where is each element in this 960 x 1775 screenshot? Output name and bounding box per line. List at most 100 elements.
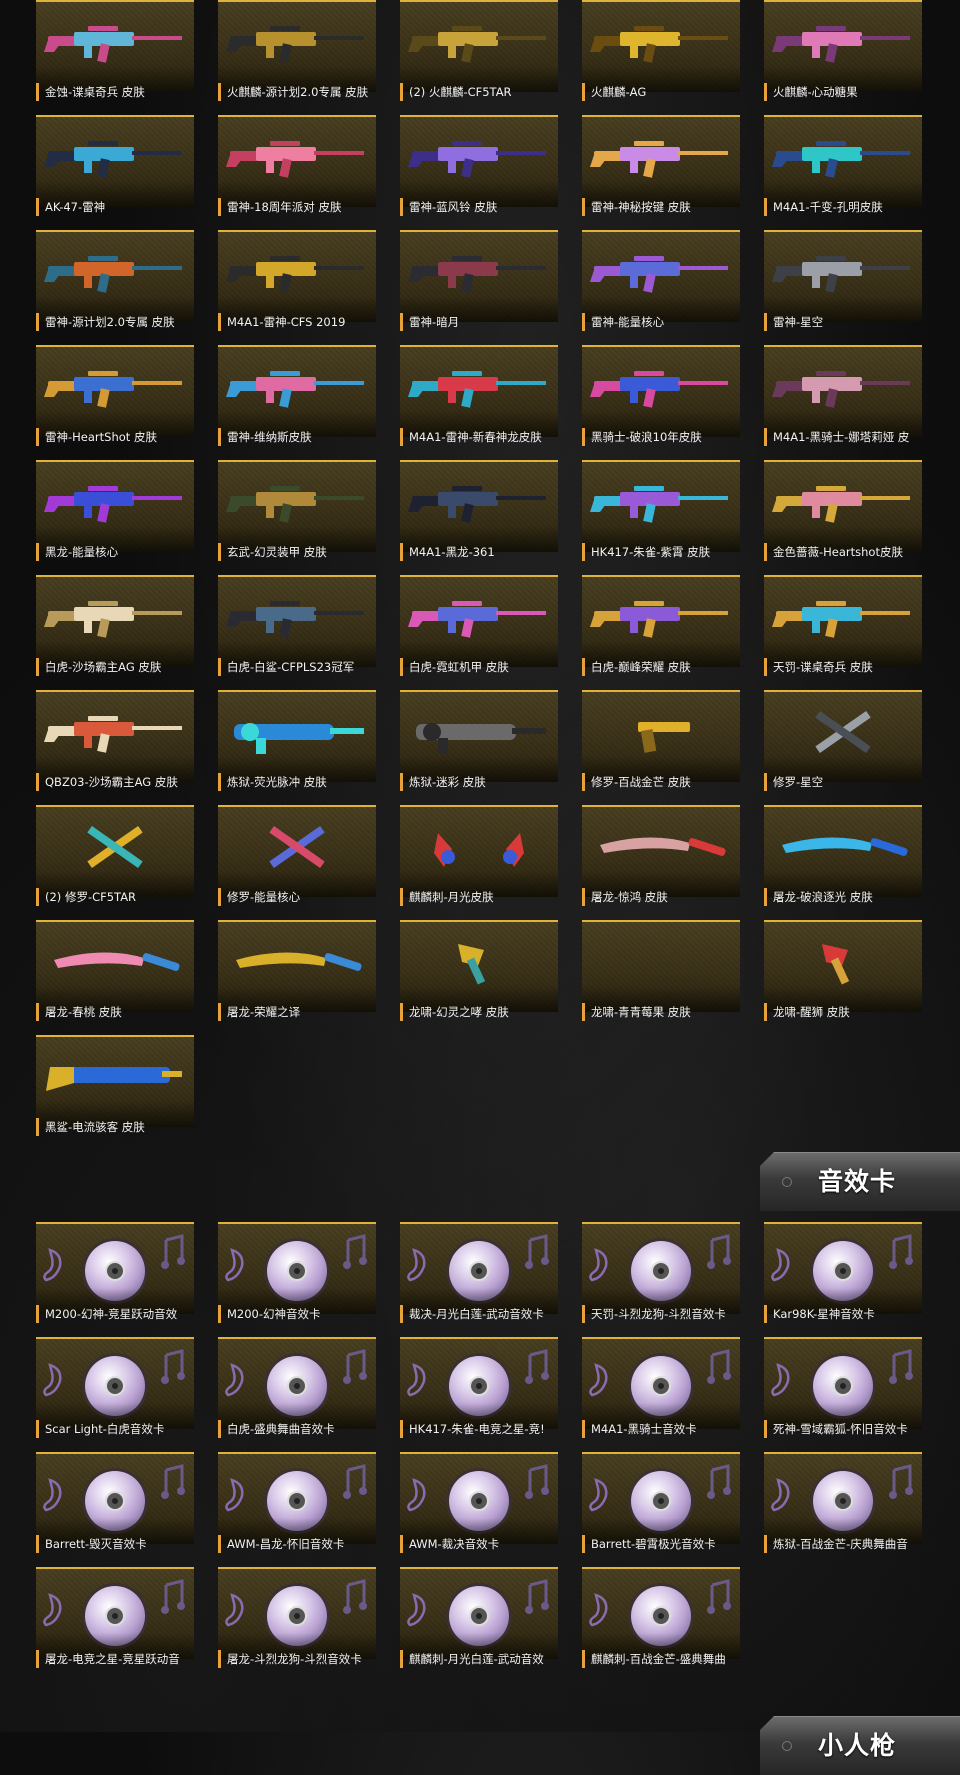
weapon-skin-card[interactable]: 龙啸-幻灵之哮 皮肤: [400, 920, 558, 1035]
weapon-skin-card[interactable]: 白虎-霓虹机甲 皮肤: [400, 575, 558, 690]
sound-card-card[interactable]: Barrett-毁灭音效卡: [36, 1452, 194, 1567]
sound-card-card[interactable]: Scar Light-白虎音效卡: [36, 1337, 194, 1452]
weapon-skin-card[interactable]: QBZ03-沙场霸主AG 皮肤: [36, 690, 194, 805]
weapon-skin-card[interactable]: 雷神-星空: [764, 230, 922, 345]
sound-card-card[interactable]: 麒麟刺-月光白莲-武动音效: [400, 1567, 558, 1682]
sound-card-thumbnail: [36, 1567, 194, 1659]
sound-card-card[interactable]: Barrett-碧霄极光音效卡: [582, 1452, 740, 1567]
music-note-icon: [589, 1478, 608, 1512]
weapon-skin-thumbnail: [36, 1035, 194, 1127]
weapon-skin-card[interactable]: 火麒麟-AG: [582, 0, 740, 115]
weapon-skin-card[interactable]: 金色蔷薇-Heartshot皮肤: [764, 460, 922, 575]
weapon-skin-card[interactable]: 火麒麟-源计划2.0专属 皮肤: [218, 0, 376, 115]
sound-card-thumbnail: [764, 1452, 922, 1544]
weapon-skin-label: 雷神-蓝风铃 皮肤: [400, 198, 570, 216]
sound-card-card[interactable]: M200-幻神-竞星跃动音效: [36, 1222, 194, 1337]
music-note-icon: [407, 1478, 426, 1512]
weapon-skin-card[interactable]: 白虎-沙场霸主AG 皮肤: [36, 575, 194, 690]
music-note-icon: [343, 1349, 367, 1384]
weapon-skin-card[interactable]: (2) 修罗-CF5TAR: [36, 805, 194, 920]
weapon-skin-card[interactable]: 炼狱-迷彩 皮肤: [400, 690, 558, 805]
weapon-skin-card[interactable]: 黑骑士-破浪10年皮肤: [582, 345, 740, 460]
music-note-icon: [225, 1593, 244, 1627]
weapon-skin-label: 雷神-星空: [764, 313, 934, 331]
weapon-skin-thumbnail: [36, 805, 194, 897]
weapon-icon: [600, 837, 726, 856]
weapon-skin-card[interactable]: M4A1-雷神-新春神龙皮肤: [400, 345, 558, 460]
weapon-icon: [590, 256, 728, 293]
sound-card-label: 死神-雪域霸狐-怀旧音效卡: [764, 1420, 934, 1438]
sound-card-label: Barrett-碧霄极光音效卡: [582, 1535, 752, 1553]
weapon-skin-card[interactable]: 修罗-百战金芒 皮肤: [582, 690, 740, 805]
weapon-skin-card[interactable]: M4A1-黑龙-361: [400, 460, 558, 575]
weapon-skin-card[interactable]: HK417-朱雀-紫霄 皮肤: [582, 460, 740, 575]
sound-card-card[interactable]: 屠龙-电竞之星-竞星跃动音: [36, 1567, 194, 1682]
weapon-icon: [772, 26, 910, 63]
weapon-skin-card[interactable]: M4A1-黑骑士-娜塔莉娅 皮: [764, 345, 922, 460]
weapon-icon: [772, 141, 910, 178]
weapon-skin-card[interactable]: 雷神-暗月: [400, 230, 558, 345]
weapon-skin-card[interactable]: 金蚀-谍桌奇兵 皮肤: [36, 0, 194, 115]
weapon-skin-card[interactable]: 屠龙-春桃 皮肤: [36, 920, 194, 1035]
weapon-skin-card[interactable]: 黑龙-能量核心: [36, 460, 194, 575]
weapon-skin-label: 金蚀-谍桌奇兵 皮肤: [36, 83, 206, 101]
sound-card-label: Barrett-毁灭音效卡: [36, 1535, 206, 1553]
weapon-skin-card[interactable]: 白虎-巅峰荣耀 皮肤: [582, 575, 740, 690]
weapon-skin-label: 修罗-百战金芒 皮肤: [582, 773, 752, 791]
sound-card-card[interactable]: Kar98K-星神音效卡: [764, 1222, 922, 1337]
weapon-skin-card[interactable]: 雷神-维纳斯皮肤: [218, 345, 376, 460]
sound-card-card[interactable]: M200-幻神音效卡: [218, 1222, 376, 1337]
sound-card-card[interactable]: AWM-裁决音效卡: [400, 1452, 558, 1567]
weapon-icon: [590, 371, 728, 408]
weapon-skin-card[interactable]: 玄武-幻灵装甲 皮肤: [218, 460, 376, 575]
weapon-skin-card[interactable]: 屠龙-荣耀之译: [218, 920, 376, 1035]
weapon-skin-label: 黑龙-能量核心: [36, 543, 206, 561]
weapon-skin-card[interactable]: 龙啸-青青莓果 皮肤: [582, 920, 740, 1035]
weapon-skin-thumbnail: [36, 0, 194, 92]
weapon-icon: [772, 486, 910, 523]
weapon-skin-card[interactable]: AK-47-雷神: [36, 115, 194, 230]
weapon-skin-card[interactable]: 雷神-蓝风铃 皮肤: [400, 115, 558, 230]
disc-icon: [446, 1238, 512, 1304]
weapon-skin-card[interactable]: 白虎-白鲨-CFPLS23冠军: [218, 575, 376, 690]
weapon-skin-card[interactable]: 天罚-谍桌奇兵 皮肤: [764, 575, 922, 690]
sound-card-card[interactable]: M4A1-黑骑士音效卡: [582, 1337, 740, 1452]
sound-card-card[interactable]: HK417-朱雀-电竞之星-竞!: [400, 1337, 558, 1452]
sound-card-card[interactable]: AWM-昌龙-怀旧音效卡: [218, 1452, 376, 1567]
weapon-skin-card[interactable]: 麒麟刺-月光皮肤: [400, 805, 558, 920]
sound-card-card[interactable]: 裁决-月光白莲-武动音效卡: [400, 1222, 558, 1337]
weapon-skin-card[interactable]: 炼狱-荧光脉冲 皮肤: [218, 690, 376, 805]
weapon-skin-card[interactable]: 屠龙-惊鸿 皮肤: [582, 805, 740, 920]
weapon-icon: [822, 944, 850, 985]
weapon-icon: [416, 723, 546, 754]
weapon-skin-thumbnail: [582, 345, 740, 437]
sound-card-card[interactable]: 天罚-斗烈龙狗-斗烈音效卡: [582, 1222, 740, 1337]
sound-card-card[interactable]: 麒麟刺-百战金芒-盛典舞曲: [582, 1567, 740, 1682]
weapon-skin-card[interactable]: 黑鲨-电流骇客 皮肤: [36, 1035, 194, 1150]
sound-card-label: HK417-朱雀-电竞之星-竞!: [400, 1420, 570, 1438]
weapon-skin-card[interactable]: 屠龙-破浪逐光 皮肤: [764, 805, 922, 920]
weapon-skin-card[interactable]: 雷神-神秘按键 皮肤: [582, 115, 740, 230]
weapon-skin-card[interactable]: M4A1-千变-孔明皮肤: [764, 115, 922, 230]
weapon-skin-card[interactable]: 雷神-源计划2.0专属 皮肤: [36, 230, 194, 345]
sound-card-card[interactable]: 屠龙-斗烈龙狗-斗烈音效卡: [218, 1567, 376, 1682]
weapon-skin-label: 龙啸-幻灵之哮 皮肤: [400, 1003, 570, 1021]
weapon-skin-card[interactable]: 雷神-HeartShot 皮肤: [36, 345, 194, 460]
sound-card-card[interactable]: 死神-雪域霸狐-怀旧音效卡: [764, 1337, 922, 1452]
weapon-skin-card[interactable]: 修罗-能量核心: [218, 805, 376, 920]
weapon-skin-card[interactable]: 雷神-能量核心: [582, 230, 740, 345]
weapon-skin-card[interactable]: 龙啸-醒狮 皮肤: [764, 920, 922, 1035]
weapon-skin-card[interactable]: 修罗-星空: [764, 690, 922, 805]
weapon-skin-card[interactable]: (2) 火麒麟-CF5TAR: [400, 0, 558, 115]
sound-card-label: Kar98K-星神音效卡: [764, 1305, 934, 1323]
weapon-skin-card[interactable]: M4A1-雷神-CFS 2019: [218, 230, 376, 345]
weapon-skin-card[interactable]: 雷神-18周年派对 皮肤: [218, 115, 376, 230]
weapon-icon: [226, 601, 364, 638]
sound-card-card[interactable]: 白虎-盛典舞曲音效卡: [218, 1337, 376, 1452]
weapon-skin-card[interactable]: 火麒麟-心动糖果: [764, 0, 922, 115]
weapon-skin-label: 黑鲨-电流骇客 皮肤: [36, 1118, 206, 1136]
sound-card-card[interactable]: 炼狱-百战金芒-庆典舞曲音: [764, 1452, 922, 1567]
sound-card-thumbnail: [582, 1222, 740, 1314]
weapon-skin-label: HK417-朱雀-紫霄 皮肤: [582, 543, 752, 561]
weapon-skin-thumbnail: [36, 920, 194, 1012]
